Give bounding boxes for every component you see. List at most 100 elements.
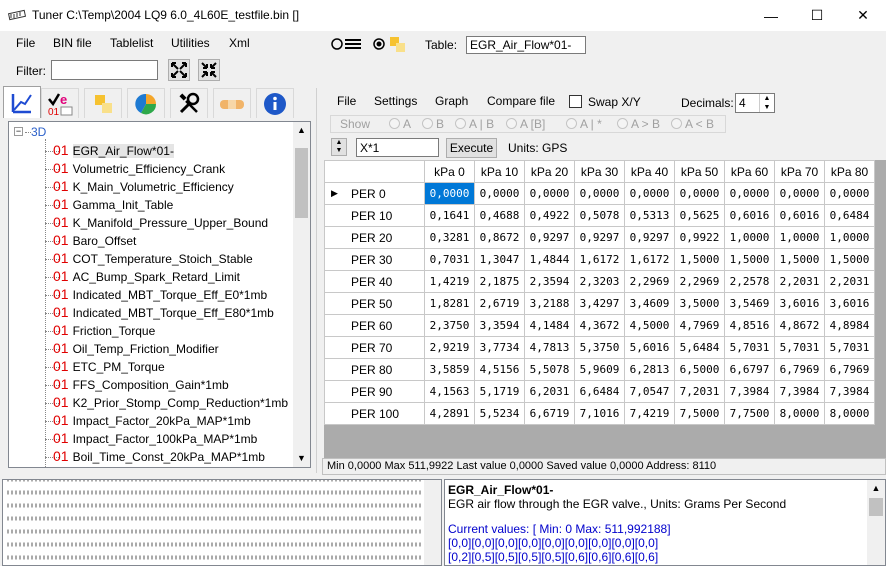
grid-cell[interactable]: 4,8516	[724, 314, 775, 337]
grid-cell[interactable]: 1,5000	[774, 248, 825, 271]
grid-column-header[interactable]: kPa 50	[674, 160, 725, 183]
show-option-b[interactable]: B	[422, 117, 444, 131]
grid-cell[interactable]: 0,5078	[574, 204, 625, 227]
collapse-all-button[interactable]	[198, 59, 220, 81]
grid-cell[interactable]: 1,5000	[824, 248, 875, 271]
grid-cell[interactable]: 2,2578	[724, 270, 775, 293]
grid-cell[interactable]: 4,8672	[774, 314, 825, 337]
grid-cell[interactable]: 6,7969	[774, 358, 825, 381]
grid-cell[interactable]: 3,4297	[574, 292, 625, 315]
editor-menu-settings[interactable]: Settings	[374, 94, 417, 108]
grid-cell[interactable]: 0,1641	[424, 204, 475, 227]
grid-cell[interactable]: 7,2031	[674, 380, 725, 403]
menu-file[interactable]: File	[16, 36, 35, 50]
grid-row-header[interactable]: PER 100	[324, 402, 425, 425]
tree-item[interactable]: 01 Indicated_MBT_Torque_Eff_E0*1mb	[53, 286, 267, 304]
show-option-a-or-b[interactable]: A | B	[455, 117, 494, 131]
grid-cell[interactable]: 6,6797	[724, 358, 775, 381]
expand-all-button[interactable]	[168, 59, 190, 81]
grid-cell[interactable]: 3,2188	[524, 292, 575, 315]
grid-cell[interactable]: 1,6172	[574, 248, 625, 271]
grid-cell[interactable]: 7,5000	[674, 402, 725, 425]
grid-cell[interactable]: 0,9297	[574, 226, 625, 249]
icon-view-icon[interactable]	[372, 35, 412, 55]
tree-item[interactable]: 01 COT_Temperature_Stoich_Stable	[53, 250, 253, 268]
log-panel[interactable]	[2, 479, 442, 566]
grid-cell[interactable]: 1,0000	[824, 226, 875, 249]
grid-cell[interactable]: 0,5313	[624, 204, 675, 227]
grid-cell[interactable]: 0,5625	[674, 204, 725, 227]
tab-info[interactable]	[256, 88, 294, 118]
grid-cell[interactable]: 1,0000	[724, 226, 775, 249]
grid-cell[interactable]: 0,0000	[524, 182, 575, 205]
decimals-spinner[interactable]: ▲ ▼	[759, 94, 774, 112]
grid-cell[interactable]: 2,2969	[674, 270, 725, 293]
info-scrollbar[interactable]: ▲	[867, 480, 885, 565]
table-tree[interactable]: − 3D 01 EGR_Air_Flow*01- 01 Volumetric_Effi…	[8, 121, 311, 468]
grid-column-header[interactable]: kPa 70	[774, 160, 825, 183]
grid-cell[interactable]: 6,5000	[674, 358, 725, 381]
menu-tablelist[interactable]: Tablelist	[110, 36, 153, 50]
grid-cell[interactable]: 4,2891	[424, 402, 475, 425]
grid-cell[interactable]: 2,9219	[424, 336, 475, 359]
editor-menu-file[interactable]: File	[337, 94, 356, 108]
grid-column-header[interactable]: kPa 40	[624, 160, 675, 183]
scroll-thumb[interactable]	[295, 148, 308, 218]
grid-cell[interactable]: 2,6719	[474, 292, 525, 315]
grid-cell[interactable]: 0,0000	[724, 182, 775, 205]
grid-row-header[interactable]: PER 40	[324, 270, 425, 293]
grid-cell[interactable]: 4,1563	[424, 380, 475, 403]
grid-cell[interactable]: 0,0000	[624, 182, 675, 205]
grid-row-header[interactable]: PER 20	[324, 226, 425, 249]
grid-cell[interactable]: 4,5000	[624, 314, 675, 337]
grid-cell[interactable]: 8,0000	[774, 402, 825, 425]
tree-item[interactable]: 01 ETC_PM_Torque	[53, 358, 165, 376]
grid-cell[interactable]: 4,3672	[574, 314, 625, 337]
grid-column-header[interactable]: kPa 0	[424, 160, 475, 183]
math-spinner[interactable]: ▲ ▼	[331, 138, 347, 156]
grid-cell[interactable]: 4,7969	[674, 314, 725, 337]
grid-cell[interactable]: 7,4219	[624, 402, 675, 425]
grid-cell[interactable]: 5,5234	[474, 402, 525, 425]
grid-cell[interactable]: 7,0547	[624, 380, 675, 403]
grid-cell[interactable]: 5,5078	[524, 358, 575, 381]
data-grid[interactable]: kPa 0 kPa 10 kPa 20 kPa 30 kPa 40 kPa 50 kPa 6…	[324, 160, 875, 425]
tree-item[interactable]: 01 Oil_Temp_Friction_Modifier	[53, 340, 219, 358]
grid-cell[interactable]: 1,3047	[474, 248, 525, 271]
grid-cell[interactable]: 2,2031	[824, 270, 875, 293]
tree-scrollbar[interactable]: ▲ ▼	[293, 122, 310, 467]
close-button[interactable]: ✕	[840, 0, 886, 31]
splitter[interactable]	[316, 88, 317, 473]
grid-row-header[interactable]: PER 90	[324, 380, 425, 403]
menu-utilities[interactable]: Utilities	[171, 36, 210, 50]
grid-cell[interactable]: 2,3203	[574, 270, 625, 293]
table-name-field[interactable]: EGR_Air_Flow*01-	[466, 36, 586, 54]
tree-item[interactable]: 01 EGR_Air_Flow*01-	[53, 142, 174, 160]
grid-cell[interactable]: 0,0000	[824, 182, 875, 205]
grid-cell[interactable]: 4,5156	[474, 358, 525, 381]
grid-cell[interactable]: 4,7813	[524, 336, 575, 359]
grid-cell[interactable]: 7,3984	[724, 380, 775, 403]
show-option-a-bracket-b[interactable]: A [B]	[506, 117, 545, 131]
minimize-button[interactable]: —	[748, 0, 794, 31]
math-expression-input[interactable]: X*1	[356, 138, 439, 157]
grid-cell[interactable]: 0,0000	[674, 182, 725, 205]
tree-item[interactable]: 01 Indicated_MBT_Torque_Eff_E80*1mb	[53, 304, 274, 322]
grid-cell[interactable]: 5,6016	[624, 336, 675, 359]
tree-item[interactable]: 01 FFS_Composition_Gain*1mb	[53, 376, 229, 394]
grid-cell[interactable]: 7,3984	[824, 380, 875, 403]
grid-cell[interactable]: 3,7734	[474, 336, 525, 359]
grid-cell[interactable]: 3,4609	[624, 292, 675, 315]
tree-item[interactable]: 01 Impact_Factor_20kPa_MAP*1mb	[53, 412, 251, 430]
swap-xy-checkbox[interactable]	[569, 95, 582, 108]
list-view-icon[interactable]	[331, 37, 363, 51]
grid-cell[interactable]: 0,4688	[474, 204, 525, 227]
tree-item[interactable]: 01 Boil_Time_Const_20kPa_MAP*1mb	[53, 448, 265, 466]
tree-item[interactable]: 01 K2_Prior_Stomp_Comp_Reduction*1mb	[53, 394, 288, 412]
tab-checkmark-e[interactable]: e 01	[41, 88, 79, 118]
tree-item[interactable]: 01 Volumetric_Efficiency_Crank	[53, 160, 225, 178]
grid-cell[interactable]: 3,5859	[424, 358, 475, 381]
grid-cell[interactable]: 1,8281	[424, 292, 475, 315]
grid-cell[interactable]: 5,7031	[724, 336, 775, 359]
filter-input[interactable]	[51, 60, 158, 80]
